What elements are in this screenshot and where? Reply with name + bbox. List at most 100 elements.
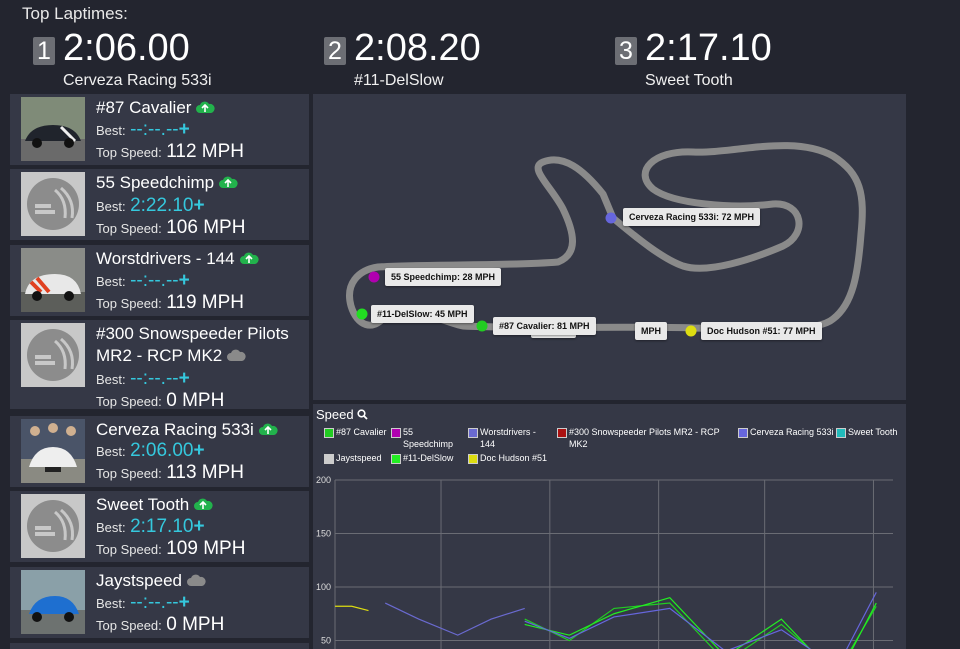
expand-plus-icon[interactable]: + (179, 119, 190, 140)
top-speed-row: Top Speed: 106 MPH (96, 217, 245, 239)
top-speed-row: Top Speed: 0 MPH (96, 390, 224, 412)
car-card-87-cavalier[interactable]: #87 Cavalier Best: --:--.--+ Top Speed: 11… (10, 94, 309, 165)
best-label: Best: (96, 520, 126, 535)
top-speed-row: Top Speed: 112 MPH (96, 141, 244, 163)
series-line-11-delslow (524, 597, 877, 649)
cloud-upload-icon (258, 420, 278, 442)
car-photo (21, 172, 85, 236)
top-speed-value: 119 MPH (166, 292, 245, 313)
car-marker-label: #11-DelSlow: 45 MPH (371, 305, 474, 323)
top-speed-value: 0 MPH (166, 390, 225, 411)
best-lap-value: 2:17.10 (130, 516, 194, 537)
expand-plus-icon[interactable]: + (179, 270, 190, 291)
track-map[interactable] (313, 94, 906, 400)
top-speed-row: Top Speed: 0 MPH (96, 614, 224, 636)
series-line-87-cavalier (524, 602, 877, 649)
car-photo (21, 97, 85, 161)
car-card-jaystspeed[interactable]: Jaystspeed Best: --:--.--+ Top Speed: 0 MP… (10, 567, 309, 638)
car-card-sweet-tooth[interactable]: Sweet Tooth Best: 2:17.10+ Top Speed: 109 … (10, 491, 309, 562)
top-speed-label: Top Speed: (96, 618, 162, 633)
top-speed-value: 109 MPH (166, 538, 246, 559)
car-card-55-speedchimp[interactable]: 55 Speedchimp Best: 2:22.10+ Top Speed: 10… (10, 169, 309, 240)
car-marker-label: #87 Cavalier: 81 MPH (493, 317, 596, 335)
car-name: Sweet Tooth (96, 495, 190, 514)
car-marker[interactable] (476, 320, 488, 332)
team-name: Cerveza Racing 533i (63, 72, 212, 89)
car-name: 55 Speedchimp (96, 173, 215, 192)
best-lap-value: --:--.-- (130, 368, 179, 389)
y-tick-label: 200 (316, 475, 331, 485)
car-name-row: Sweet Tooth (96, 494, 301, 517)
car-name-row: 55 Speedchimp (96, 172, 301, 195)
best-lap-value: --:--.-- (130, 119, 179, 140)
car-photo (21, 323, 85, 387)
car-photo (21, 570, 85, 634)
lap-time: 2:17.10 (645, 27, 772, 69)
car-name: Worstdrivers - 144 (96, 249, 235, 268)
car-card-partial[interactable] (10, 643, 309, 649)
car-card-cerveza-racing-533i[interactable]: Cerveza Racing 533i Best: 2:06.00+ Top Spe… (10, 416, 309, 487)
track-map-panel[interactable]: 35 MPHMPHCerveza Racing 533i: 72 MPH55 S… (313, 94, 906, 400)
car-name-row: #300 Snowspeeder Pilots MR2 - RCP MK2 (96, 323, 301, 368)
top-laptimes-title: Top Laptimes: (22, 4, 128, 23)
car-marker[interactable] (685, 325, 697, 337)
best-label: Best: (96, 372, 126, 387)
top-speed-value: 113 MPH (166, 462, 245, 483)
cloud-upload-icon (195, 98, 216, 120)
top-speed-row: Top Speed: 119 MPH (96, 292, 244, 314)
expand-plus-icon[interactable]: + (179, 592, 190, 613)
best-label: Best: (96, 274, 126, 289)
best-lap-value: 2:22.10 (130, 195, 194, 216)
map-tag-obscured: MPH (635, 322, 667, 340)
top-speed-row: Top Speed: 109 MPH (96, 538, 245, 560)
lap-time: 2:06.00 (63, 27, 190, 69)
expand-plus-icon[interactable]: + (193, 440, 204, 461)
car-marker[interactable] (605, 212, 617, 224)
rank-badge: 3 (615, 37, 637, 65)
car-name-row: #87 Cavalier (96, 97, 301, 120)
expand-plus-icon[interactable]: + (179, 368, 190, 389)
y-tick-label: 100 (316, 582, 331, 592)
expand-plus-icon[interactable]: + (193, 195, 204, 216)
car-name-row: Worstdrivers - 144 (96, 248, 301, 271)
top-speed-value: 0 MPH (166, 614, 225, 635)
car-card-worstdrivers-144[interactable]: Worstdrivers - 144 Best: --:--.--+ Top Spe… (10, 245, 309, 316)
car-marker-label: 55 Speedchimp: 28 MPH (385, 268, 502, 286)
cloud-upload-icon (193, 495, 213, 517)
top-speed-value: 112 MPH (166, 141, 245, 162)
cloud-icon (226, 346, 246, 368)
best-label: Best: (96, 123, 126, 138)
car-marker-label: Doc Hudson #51: 77 MPH (701, 322, 822, 340)
lap-time: 2:08.20 (354, 27, 481, 69)
series-line-worstdrivers-144 (384, 602, 525, 636)
best-lap-row: Best: --:--.--+ (96, 119, 190, 141)
expand-plus-icon[interactable]: + (193, 516, 204, 537)
car-photo (21, 494, 85, 558)
top-speed-row: Top Speed: 113 MPH (96, 462, 244, 484)
top-speed-label: Top Speed: (96, 296, 162, 311)
car-marker[interactable] (356, 308, 368, 320)
cloud-icon (186, 571, 206, 593)
best-label: Best: (96, 596, 126, 611)
series-line-doc-hudson-51 (335, 605, 369, 612)
car-name: Cerveza Racing 533i (96, 420, 254, 439)
best-lap-value: --:--.-- (130, 592, 179, 613)
best-lap-row: Best: 2:22.10+ (96, 195, 205, 217)
top-speed-value: 106 MPH (166, 217, 246, 238)
speed-chart[interactable]: 50 100 150 200 (313, 404, 906, 649)
best-lap-row: Best: --:--.--+ (96, 270, 190, 292)
car-marker[interactable] (368, 271, 380, 283)
best-label: Best: (96, 444, 126, 459)
rank-badge: 2 (324, 37, 346, 65)
car-list[interactable]: #87 Cavalier Best: --:--.--+ Top Speed: 11… (10, 94, 309, 649)
cloud-upload-icon (218, 173, 238, 195)
car-name-row: Cerveza Racing 533i (96, 419, 301, 442)
car-name: #87 Cavalier (96, 98, 192, 117)
car-card-300-snowspeeder-pilots-mr2-rcp-mk2[interactable]: #300 Snowspeeder Pilots MR2 - RCP MK2 Bes… (10, 320, 309, 412)
speed-chart-panel[interactable]: Speed #87 Cavalier 55 Speedchimp Worstdriv… (313, 404, 906, 649)
rank-badge: 1 (33, 37, 55, 65)
car-name-row: Jaystspeed (96, 570, 301, 593)
best-lap-row: Best: 2:17.10+ (96, 516, 205, 538)
team-name: Sweet Tooth (645, 72, 733, 89)
y-tick-label: 50 (321, 636, 331, 646)
